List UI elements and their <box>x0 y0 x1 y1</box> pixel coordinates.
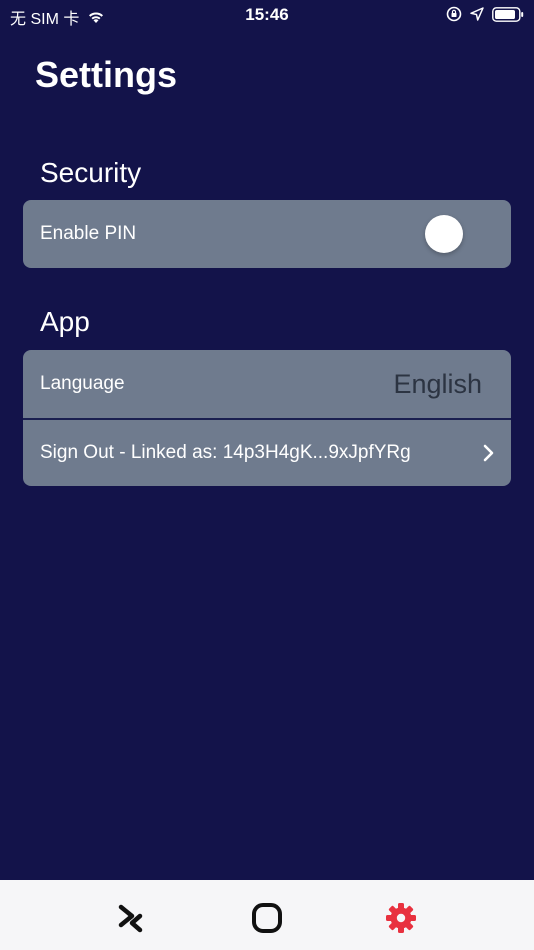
chevron-right-icon <box>483 444 494 462</box>
page-title: Settings <box>35 54 178 95</box>
tab-settings[interactable] <box>381 898 421 938</box>
section-title-app: App <box>40 306 90 337</box>
app-card: Language English Sign Out - Linked as: 1… <box>23 350 511 486</box>
status-right <box>446 6 524 22</box>
security-card: Enable PIN <box>23 200 511 268</box>
tab-square[interactable] <box>247 898 287 938</box>
status-bar: 无 SIM 卡 15:46 <box>0 0 534 30</box>
tab-swap[interactable] <box>112 898 152 938</box>
rotation-lock-icon <box>446 6 462 22</box>
language-row[interactable]: Language English <box>23 350 511 418</box>
square-icon <box>252 903 282 933</box>
language-value: English <box>393 368 482 399</box>
tab-bar <box>0 880 534 950</box>
section-title-security: Security <box>40 157 142 188</box>
enable-pin-toggle[interactable] <box>425 215 463 253</box>
enable-pin-label: Enable PIN <box>40 223 137 244</box>
battery-icon <box>492 6 524 22</box>
gear-icon <box>386 903 416 933</box>
language-label: Language <box>40 373 125 394</box>
swap-icon <box>118 904 143 933</box>
enable-pin-row[interactable]: Enable PIN <box>23 200 511 268</box>
sign-out-row[interactable]: Sign Out - Linked as: 14p3H4gK...9xJpfYR… <box>23 418 511 486</box>
sign-out-label: Sign Out - Linked as: 14p3H4gK...9xJpfYR… <box>40 442 411 463</box>
location-icon <box>470 7 484 21</box>
